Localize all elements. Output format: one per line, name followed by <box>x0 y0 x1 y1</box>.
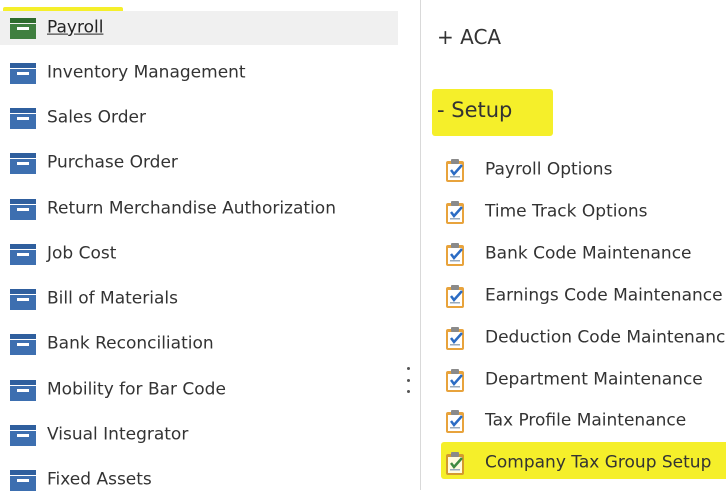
task-panel: + ACA - Setup Payroll Options Time Track… <box>421 0 726 490</box>
task-clipboard-icon <box>446 201 464 224</box>
module-label: Bank Reconciliation <box>47 333 214 354</box>
module-item-bank-reconciliation[interactable]: Bank Reconciliation <box>0 327 398 361</box>
module-label: Fixed Assets <box>47 469 152 490</box>
module-label: Job Cost <box>47 243 117 264</box>
module-folder-icon <box>10 425 36 446</box>
module-label: Mobility for Bar Code <box>47 379 226 400</box>
module-item-payroll[interactable]: Payroll <box>0 11 398 45</box>
task-item-department-maintenance[interactable]: Department Maintenance <box>441 365 726 395</box>
task-clipboard-icon <box>446 159 464 182</box>
module-folder-icon <box>10 289 36 310</box>
task-clipboard-icon <box>446 410 464 433</box>
task-item-time-track-options[interactable]: Time Track Options <box>441 197 726 227</box>
module-item-purchase-order[interactable]: Purchase Order <box>0 146 398 180</box>
task-item-deduction-code-maintenance[interactable]: Deduction Code Maintenance <box>441 323 726 353</box>
module-item-fixed-assets[interactable]: Fixed Assets <box>0 463 398 497</box>
module-item-mobility-for-bar-code[interactable]: Mobility for Bar Code <box>0 373 398 407</box>
module-list: Payroll Inventory Management Sales Order… <box>0 0 398 491</box>
splitter-handle[interactable] <box>405 367 411 393</box>
task-item-earnings-code-maintenance[interactable]: Earnings Code Maintenance <box>441 281 726 311</box>
task-label: Payroll Options <box>485 159 613 180</box>
task-item-payroll-options[interactable]: Payroll Options <box>441 155 726 185</box>
module-folder-icon <box>10 18 36 39</box>
task-label: Time Track Options <box>485 201 648 222</box>
module-label: Payroll <box>47 17 104 38</box>
module-label: Visual Integrator <box>47 424 189 445</box>
group-header-aca[interactable]: + ACA <box>437 25 501 49</box>
task-label: Bank Code Maintenance <box>485 243 692 264</box>
task-clipboard-icon <box>446 369 464 392</box>
splitter-dot <box>406 378 410 382</box>
module-folder-icon <box>10 63 36 84</box>
module-folder-icon <box>10 470 36 491</box>
module-folder-icon <box>10 380 36 401</box>
task-label: Earnings Code Maintenance <box>485 285 723 306</box>
task-label: Deduction Code Maintenance <box>485 327 726 348</box>
module-folder-icon <box>10 153 36 174</box>
module-item-sales-order[interactable]: Sales Order <box>0 101 398 135</box>
task-label: Department Maintenance <box>485 369 703 390</box>
module-item-visual-integrator[interactable]: Visual Integrator <box>0 418 398 452</box>
module-label: Bill of Materials <box>47 288 178 309</box>
module-folder-icon <box>10 108 36 129</box>
module-item-return-merchandise-authorization[interactable]: Return Merchandise Authorization <box>0 192 398 226</box>
module-label: Purchase Order <box>47 152 178 173</box>
task-item-company-tax-group-setup[interactable]: Company Tax Group Setup <box>441 448 726 478</box>
module-folder-icon <box>10 244 36 265</box>
task-item-bank-code-maintenance[interactable]: Bank Code Maintenance <box>441 239 726 269</box>
splitter-dot <box>406 367 410 370</box>
group-header-setup[interactable]: - Setup <box>437 98 512 122</box>
module-item-bill-of-materials[interactable]: Bill of Materials <box>0 282 398 316</box>
module-item-job-cost[interactable]: Job Cost <box>0 237 398 271</box>
task-clipboard-icon <box>446 327 464 350</box>
module-label: Sales Order <box>47 107 146 128</box>
module-label: Return Merchandise Authorization <box>47 198 336 219</box>
task-item-tax-profile-maintenance[interactable]: Tax Profile Maintenance <box>441 406 726 436</box>
task-clipboard-icon <box>446 452 464 475</box>
module-folder-icon <box>10 199 36 220</box>
task-clipboard-icon <box>446 243 464 266</box>
splitter-dot <box>406 390 410 393</box>
task-label: Company Tax Group Setup <box>485 452 712 473</box>
task-clipboard-icon <box>446 285 464 308</box>
module-folder-icon <box>10 334 36 355</box>
module-item-inventory-management[interactable]: Inventory Management <box>0 56 398 90</box>
task-label: Tax Profile Maintenance <box>485 410 687 431</box>
module-label: Inventory Management <box>47 62 246 83</box>
